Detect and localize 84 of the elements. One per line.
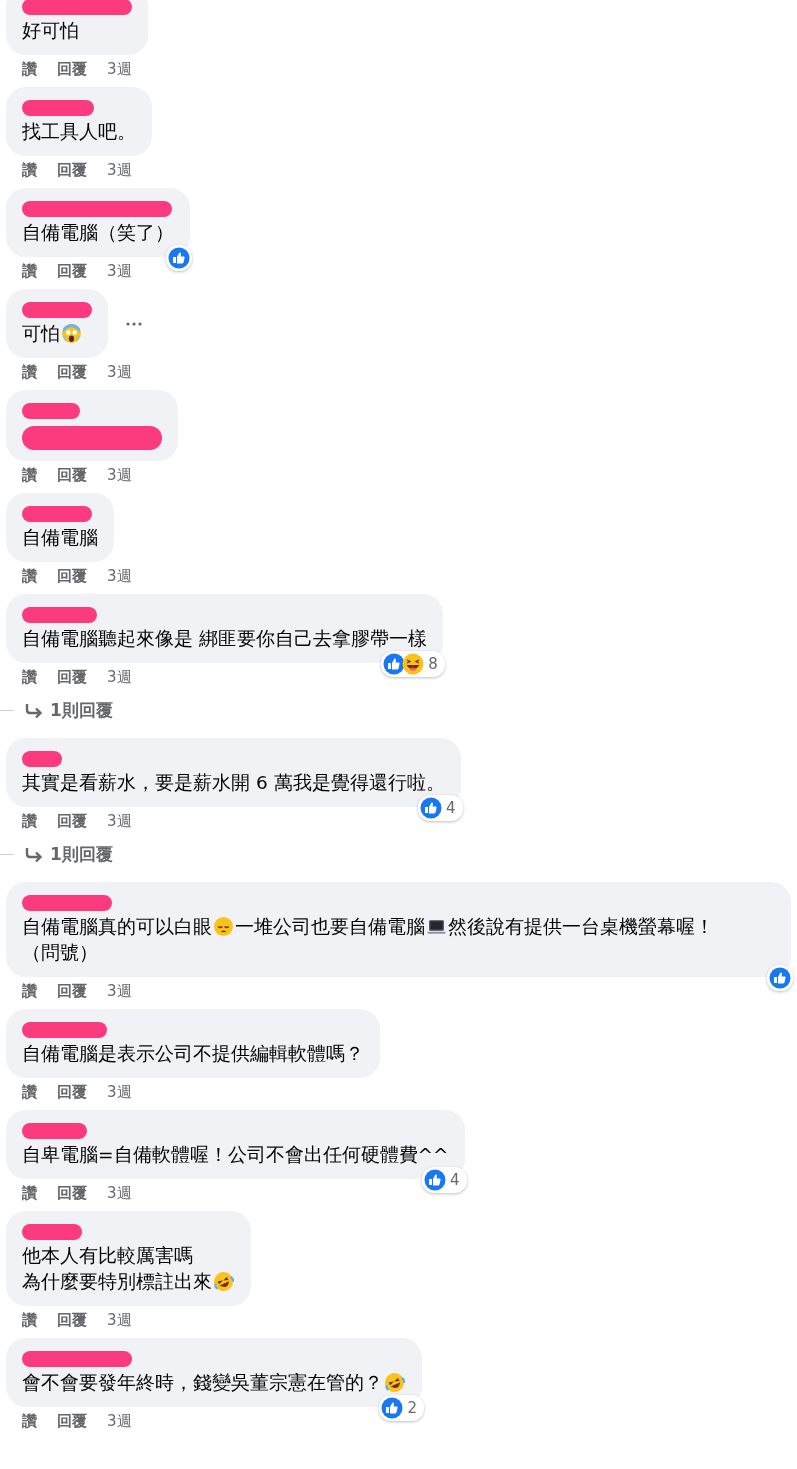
timestamp[interactable]: 3週: [107, 1310, 132, 1330]
comment-text: 自卑電腦=自備軟體喔！公司不會出任何硬體費^^: [22, 1143, 449, 1167]
laughing-face-icon: [402, 653, 425, 675]
reaction-count: 4: [448, 1171, 461, 1189]
reply-link[interactable]: 回覆: [57, 1310, 87, 1330]
thumbs-up-icon: [423, 1169, 446, 1191]
timestamp[interactable]: 3週: [107, 1082, 132, 1102]
reaction-badge[interactable]: 4: [418, 795, 463, 821]
like-link[interactable]: 讚: [22, 261, 37, 281]
timestamp[interactable]: 3週: [107, 465, 132, 485]
reply-arrow-icon: [24, 702, 44, 719]
reply-link[interactable]: 回覆: [57, 811, 87, 831]
reply-arrow-icon: [24, 846, 44, 863]
reply-link[interactable]: 回覆: [57, 465, 87, 485]
comment-text: 其實是看薪水，要是薪水開 6 萬我是覺得還行啦。: [22, 771, 445, 795]
more-icon[interactable]: [124, 320, 144, 327]
like-link[interactable]: 讚: [22, 1183, 37, 1203]
reply-link[interactable]: 回覆: [57, 981, 87, 1001]
comment-text: 好可怕: [22, 19, 80, 43]
reaction-badge[interactable]: 8: [381, 651, 445, 677]
reaction-count: 8: [427, 655, 439, 673]
timestamp[interactable]: 3週: [107, 160, 132, 180]
thumbs-up-icon: [381, 1397, 404, 1419]
thumbs-up-icon: [168, 247, 190, 269]
reaction-badge[interactable]: [767, 965, 793, 991]
timestamp[interactable]: 3週: [107, 811, 132, 831]
comment-text: 可怕: [22, 321, 92, 347]
like-link[interactable]: 讚: [22, 59, 37, 79]
like-link[interactable]: 讚: [22, 667, 37, 687]
reply-link[interactable]: 回覆: [57, 1082, 87, 1102]
reaction-badge[interactable]: [166, 245, 192, 271]
reaction-badge[interactable]: 2: [379, 1395, 424, 1421]
timestamp[interactable]: 3週: [107, 566, 132, 586]
reply-link[interactable]: 回覆: [57, 59, 87, 79]
reply-link[interactable]: 回覆: [57, 566, 87, 586]
reply-link[interactable]: 回覆: [57, 362, 87, 382]
comment-text: 自備電腦: [22, 526, 98, 550]
like-link[interactable]: 讚: [22, 811, 37, 831]
redaction-mark: [22, 751, 62, 767]
comment-text: 他本人有比較厲害嗎 為什麼要特別標註出來: [22, 1243, 235, 1295]
timestamp[interactable]: 3週: [107, 362, 132, 382]
reply-link[interactable]: 回覆: [57, 160, 87, 180]
like-link[interactable]: 讚: [22, 1411, 37, 1431]
reaction-count: 4: [445, 799, 457, 817]
reaction-badge[interactable]: 4: [421, 1167, 467, 1193]
redaction-mark: [22, 302, 92, 318]
like-link[interactable]: 讚: [22, 981, 37, 1001]
thumbs-up-icon: [420, 797, 442, 819]
reaction-count: 2: [406, 1399, 418, 1417]
like-link[interactable]: 讚: [22, 1082, 37, 1102]
thumbs-up-icon: [383, 653, 406, 675]
reply-link[interactable]: 回覆: [57, 1411, 87, 1431]
laughing-face-icon: [384, 1372, 405, 1393]
timestamp[interactable]: 3週: [107, 261, 132, 281]
comment-text: 自備電腦是表示公司不提供編輯軟體嗎？: [22, 1042, 364, 1066]
reply-link[interactable]: 回覆: [57, 667, 87, 687]
comment-text: 找工具人吧。: [22, 120, 136, 144]
comment-text: 自備電腦聽起來像是 綁匪要你自己去拿膠帶一樣: [22, 627, 427, 651]
timestamp[interactable]: 3週: [107, 667, 132, 687]
screaming-face-icon: [61, 323, 82, 344]
like-link[interactable]: 讚: [22, 1310, 37, 1330]
timestamp[interactable]: 3週: [107, 1183, 132, 1203]
view-replies-link[interactable]: 1則回覆: [24, 843, 113, 866]
pensive-face-icon: [213, 916, 234, 937]
reply-link[interactable]: 回覆: [57, 1183, 87, 1203]
timestamp[interactable]: 3週: [107, 981, 132, 1001]
laughing-face-icon: [213, 1271, 234, 1292]
redaction-mark: [22, 1224, 82, 1240]
redaction-mark: [22, 1123, 87, 1139]
redaction-mark: [22, 100, 94, 116]
like-link[interactable]: 讚: [22, 160, 37, 180]
redaction-mark: [22, 403, 80, 419]
redaction-mark: [22, 506, 92, 522]
timestamp[interactable]: 3週: [107, 1411, 132, 1431]
like-link[interactable]: 讚: [22, 362, 37, 382]
like-link[interactable]: 讚: [22, 465, 37, 485]
comment-text: 會不會要發年終時，錢變吳董宗憲在管的？: [22, 1370, 406, 1396]
like-link[interactable]: 讚: [22, 566, 37, 586]
thumbs-up-icon: [769, 967, 791, 989]
comment-text: 自備電腦（笑了）: [22, 221, 174, 245]
view-replies-link[interactable]: 1則回覆: [24, 699, 113, 722]
comment-text: 自備電腦真的可以白眼 一堆公司也要自備電腦 然後說有提供一台桌機螢幕喔！（問號）: [22, 915, 715, 965]
timestamp[interactable]: 3週: [107, 59, 132, 79]
reply-link[interactable]: 回覆: [57, 261, 87, 281]
